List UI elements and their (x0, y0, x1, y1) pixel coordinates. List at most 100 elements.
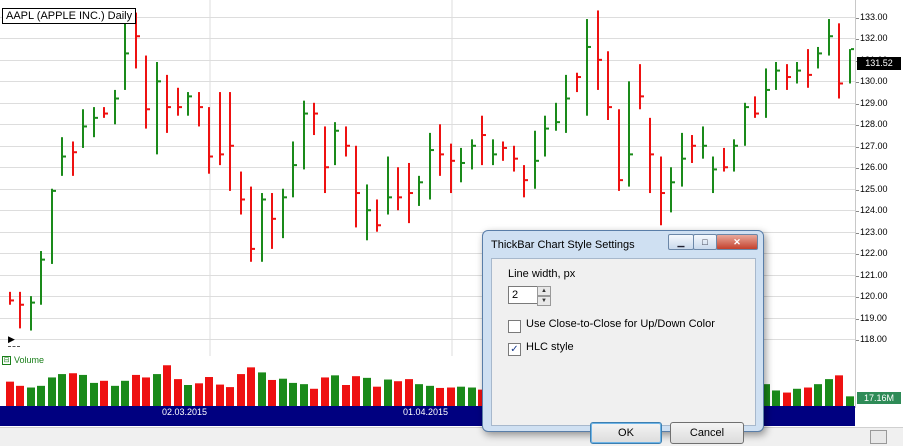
price-tick-label: 118.00 (860, 333, 887, 344)
price-bar (660, 156, 665, 226)
ok-button[interactable]: OK (590, 422, 662, 444)
volume-bar (226, 387, 234, 406)
volume-bar (195, 383, 203, 406)
price-bar (702, 126, 707, 159)
play-icon[interactable]: ▶ (8, 334, 15, 345)
price-bar-range (208, 107, 210, 174)
price-tick-mark (856, 275, 859, 277)
volume-bar (48, 377, 56, 406)
price-bar-close (609, 106, 612, 109)
maximize-icon[interactable]: □ (693, 234, 717, 250)
hlc-style-checkbox[interactable]: ✓ (508, 343, 521, 356)
price-bar-close (830, 35, 833, 38)
price-bar (796, 62, 801, 84)
price-bar (198, 92, 203, 127)
volume-bar (142, 377, 150, 406)
price-bar-close (116, 97, 119, 100)
price-bar-close (515, 157, 518, 160)
volume-bar (184, 385, 192, 406)
price-bar (376, 199, 381, 232)
price-bar-range (618, 109, 620, 191)
price-tick-label: 133.00 (860, 11, 888, 22)
volume-bar (268, 379, 276, 406)
volume-bar (835, 375, 843, 406)
price-tick-mark (856, 38, 859, 40)
price-bar (817, 46, 822, 69)
price-tick-mark (856, 17, 859, 19)
dialog-title: ThickBar Chart Style Settings (491, 239, 635, 251)
close-to-close-checkbox[interactable] (508, 320, 521, 333)
price-bar-close (189, 95, 192, 98)
volume-bar (415, 384, 423, 406)
cancel-button[interactable]: Cancel (670, 422, 744, 444)
price-bar-range (166, 74, 168, 133)
volume-bar (846, 396, 854, 406)
price-bar-close (242, 198, 245, 201)
volume-bar (331, 375, 339, 406)
price-bar (492, 139, 497, 166)
price-bar-range (397, 167, 399, 211)
price-bar-close (567, 97, 570, 100)
price-bar-range (586, 19, 588, 116)
price-tick-mark (856, 296, 859, 298)
price-bar (30, 296, 35, 331)
line-width-input[interactable]: 2 (508, 286, 539, 304)
price-bar (775, 62, 780, 90)
price-bar (156, 62, 161, 155)
line-width-spinner[interactable]: ▲ ▼ (537, 286, 551, 306)
price-bar-range (534, 130, 536, 189)
hlc-style-label: HLC style (526, 341, 574, 353)
price-bar (534, 130, 539, 189)
price-bar-close (662, 192, 665, 195)
price-bar-range (9, 291, 11, 305)
price-bar (229, 92, 234, 191)
price-bar-range (670, 167, 672, 213)
price-tick-label: 119.00 (860, 312, 887, 323)
price-bar-close (714, 168, 717, 171)
price-bar (114, 89, 119, 125)
volume-bar (426, 385, 434, 406)
price-bar-close (525, 179, 528, 182)
volume-bar (90, 382, 98, 406)
price-bar-range (660, 156, 662, 226)
volume-bar (436, 387, 444, 406)
price-tick-label: 132.00 (860, 32, 888, 43)
price-bar (271, 193, 276, 249)
close-icon[interactable]: ✕ (716, 234, 758, 250)
price-bar-close (252, 247, 255, 250)
minimize-icon[interactable]: ▁ (668, 234, 694, 250)
volume-bar (258, 372, 266, 406)
volume-bar (793, 388, 801, 406)
price-bar-close (200, 106, 203, 109)
price-axis[interactable]: 133.00132.00131.00130.00129.00128.00127.… (855, 0, 903, 408)
scrollbar-thumb[interactable] (870, 430, 887, 444)
price-bar-close (126, 52, 129, 55)
price-bar (93, 107, 98, 138)
volume-bar (405, 379, 413, 406)
price-bar-range (471, 139, 473, 170)
volume-bar (247, 367, 255, 406)
price-tick-mark (856, 232, 859, 234)
volume-bar (153, 374, 161, 406)
spin-up-icon[interactable]: ▲ (537, 286, 551, 296)
spin-down-icon[interactable]: ▼ (537, 296, 551, 306)
price-bar-close (315, 112, 318, 115)
price-bar-close (410, 192, 413, 195)
chart-title: AAPL (APPLE INC.) Daily (2, 8, 137, 24)
price-tick-label: 129.00 (860, 97, 888, 108)
price-bar-close (672, 181, 675, 184)
price-bar-close (221, 153, 224, 156)
price-bar-close (441, 153, 444, 156)
price-bar (9, 291, 14, 305)
price-bar-range (408, 162, 410, 224)
price-bar (240, 171, 245, 215)
price-bar-close (683, 157, 686, 160)
price-bar-close (21, 303, 24, 306)
line-width-label: Line width, px (508, 268, 576, 280)
price-bar-range (240, 171, 242, 215)
price-bar-range (334, 122, 336, 166)
horizontal-scrollbar[interactable] (0, 427, 903, 446)
price-bar-range (103, 107, 105, 118)
price-bar-close (305, 112, 308, 115)
price-bar (177, 87, 182, 116)
